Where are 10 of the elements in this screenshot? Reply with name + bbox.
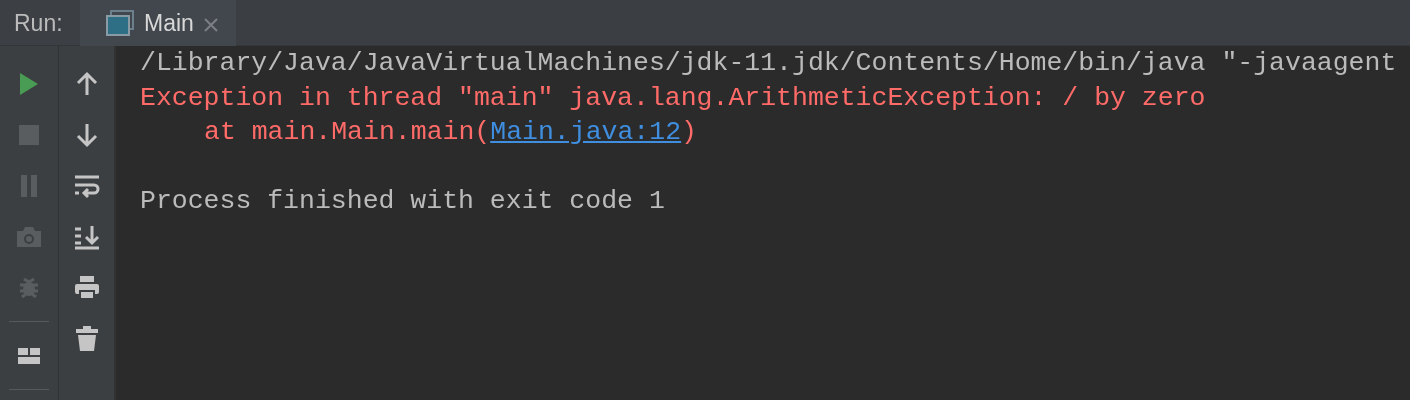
trash-icon [73, 325, 100, 352]
error-message: Exception in thread "main" java.lang.ArithmeticException: / by zero [140, 81, 1206, 115]
command-line: /Library/Java/JavaVirtualMachines/jdk-11.jdk/Contents/Home/bin/java "-javaagent [140, 47, 1397, 80]
console-tab[interactable]: Main [80, 0, 236, 46]
stack-trace-line: at main.Main.main(Main.java:12) [204, 116, 697, 149]
printer-icon [73, 274, 100, 301]
window-icon [106, 10, 134, 36]
exit-message: Process finished with exit code 1 [140, 185, 665, 218]
source-link[interactable]: Main.java:12 [490, 117, 682, 147]
scroll-to-end-icon [73, 223, 100, 250]
